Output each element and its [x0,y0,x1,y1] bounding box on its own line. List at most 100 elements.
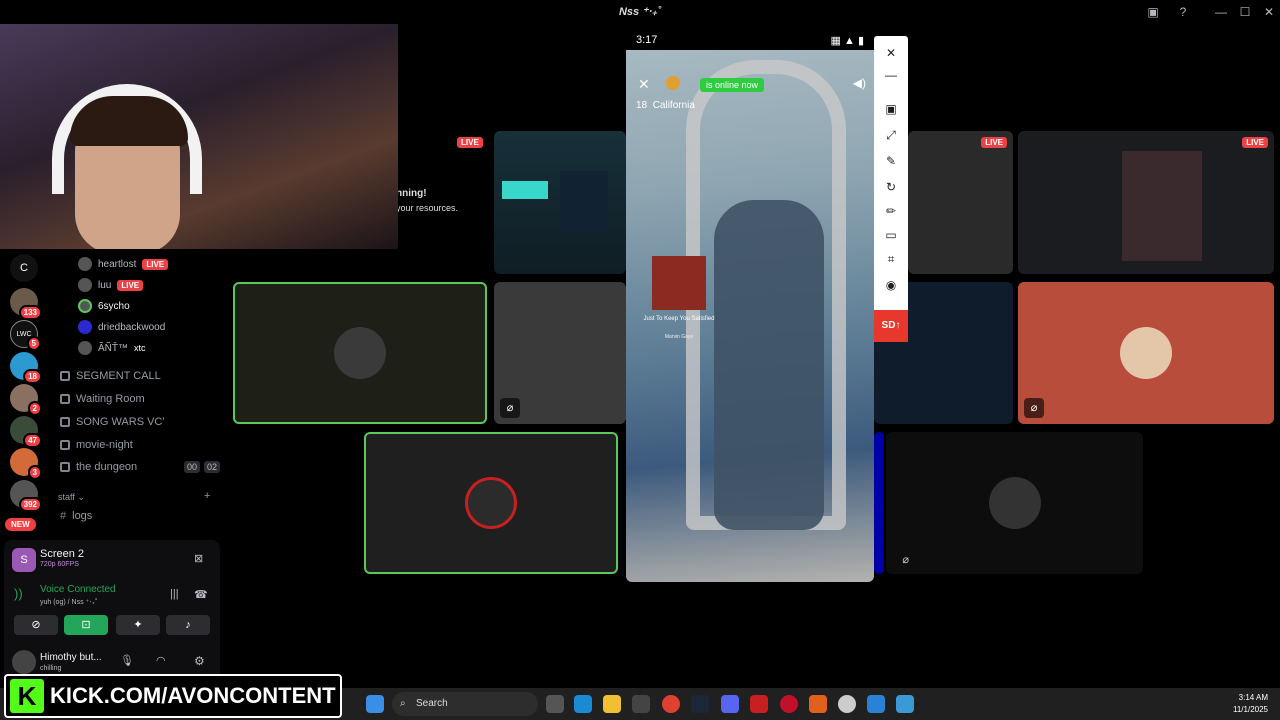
close-button[interactable]: ✕ [1260,3,1278,21]
server-icon[interactable]: LWC 5 [10,320,41,351]
crop-icon[interactable]: ⌗ [882,250,900,268]
live-badge: LIVE [1242,137,1268,148]
record-icon[interactable]: ◉ [882,276,900,294]
app-icon[interactable] [867,695,885,713]
kick-url: KICK.COM/AVONCONTENT [50,683,336,708]
server-icon[interactable]: 47 [10,416,42,448]
voice-channel[interactable]: SONG WARS VC' [60,413,164,431]
soundboard-button[interactable]: ♪ [166,615,210,635]
voice-user[interactable]: 6sycho [78,297,130,315]
steam-icon[interactable] [691,695,709,713]
inbox-icon[interactable]: ▣ [1144,3,1162,21]
window-icon[interactable]: ▭ [882,226,900,244]
participant-tile-7[interactable]: ⌀ [886,432,1143,574]
help-icon[interactable]: ? [1174,3,1192,21]
stream-tile-3[interactable]: LIVE [1018,131,1274,274]
rotate-icon[interactable]: ↻ [882,178,900,196]
minimize-icon[interactable]: — [882,66,900,84]
close-icon[interactable]: ✕ [882,44,900,62]
opera-icon[interactable] [780,695,798,713]
profile-avatar[interactable] [666,76,680,90]
window-title: Nss ⁺‧₊˚ [618,6,661,18]
album-cover[interactable] [652,256,706,310]
pin-icon[interactable]: ✎ [882,152,900,170]
participant-tile-4[interactable]: ⌀ [1018,282,1274,424]
avatar [78,341,92,355]
stream-tile-2[interactable]: LIVE [908,131,1013,274]
stream-tile-1[interactable] [494,131,626,274]
store-icon[interactable] [632,695,650,713]
add-channel-button[interactable]: + [204,490,210,502]
edge-icon[interactable] [574,695,592,713]
noise-suppression-icon[interactable]: ||| [170,588,179,600]
pen-icon[interactable]: ✏ [882,202,900,220]
voice-user[interactable]: luu LIVE [78,276,144,294]
category-staff[interactable]: staff ⌄ [58,492,85,503]
task-view-icon[interactable] [546,695,564,713]
discord-icon[interactable] [721,695,739,713]
close-story-icon[interactable]: ✕ [638,76,650,93]
avatar [334,327,386,379]
settings-gear-icon[interactable]: ⚙ [194,654,205,668]
server-icon[interactable]: 392 [10,480,42,512]
screenshot-icon[interactable]: ▣ [882,100,900,118]
speaker-icon [60,371,70,381]
voice-channel[interactable]: Waiting Room [60,390,145,408]
chrome-icon[interactable] [662,695,680,713]
mute-icon[interactable]: ◀) [853,76,866,90]
app-icon[interactable] [896,695,914,713]
quality-sd-button[interactable]: SD↑ [874,310,908,342]
voice-channel[interactable]: movie-night [60,436,133,454]
headphones-icon[interactable]: ◠ [156,654,166,667]
voice-user[interactable]: ÃÑŤ™ xtc [78,339,146,357]
share-screen-button[interactable]: ⊡ [64,615,108,635]
phone-status-icons: ▦ ▲ ▮ [830,35,864,47]
participant-tile-5[interactable] [364,432,618,574]
voice-user[interactable]: driedbackwood [78,318,165,336]
stream-preview [1122,151,1202,261]
start-icon[interactable] [366,695,384,713]
minimize-button[interactable]: — [1212,3,1230,21]
sd-label: SD [881,320,896,331]
voice-channel[interactable]: SEGMENT CALL [60,367,161,385]
server-icon[interactable]: 3 [10,448,42,480]
app-icon[interactable] [809,695,827,713]
disconnect-icon[interactable]: ☎ [194,588,208,601]
stream-preview [502,181,548,199]
taskbar-search[interactable]: ⌕ Search [392,692,538,716]
activities-button[interactable]: ✦ [116,615,160,635]
server-icon[interactable]: 133 [10,288,42,320]
phone-mirror-window[interactable]: 3:17 ▦ ▲ ▮ ✕ is online now ◀) 18 Californ… [626,32,874,582]
voice-user[interactable]: heartlost LIVE [78,255,169,273]
obs-icon[interactable] [838,695,856,713]
voice-channel[interactable]: the dungeon 00 02 [60,458,220,476]
live-badge: LIVE [142,258,169,270]
new-unreads-pill[interactable]: NEW [5,518,36,531]
text-channel[interactable]: # logs [60,507,92,525]
connection-icon: )) [14,586,23,601]
avatar[interactable] [12,650,36,674]
mirror-toolbar: ✕ — ▣ ⤢ ✎ ↻ ✏ ▭ ⌗ ◉ SD↑ [874,36,908,342]
voice-channel-path[interactable]: yuh (og) / Nss ⁺‧₊˚ [40,598,97,606]
file-explorer-icon[interactable] [603,695,621,713]
participant-tile-2[interactable]: ⌀ [494,282,626,424]
story-viewer[interactable]: ✕ is online now ◀) 18 California Just To… [626,50,874,582]
stream-preview-ads [560,171,608,231]
participant-tile-6[interactable] [874,432,884,574]
app-icon[interactable] [750,695,768,713]
clock[interactable]: 3:14 AM 11/1/2025 [1233,692,1268,716]
voice-user-name: luu [98,279,112,291]
stop-stream-icon[interactable]: ⊠ [194,552,203,565]
avatar [1120,327,1172,379]
username[interactable]: Himothy but... [40,652,102,663]
avatar [78,320,92,334]
server-icon[interactable]: 18 [10,352,42,384]
maximize-button[interactable]: ☐ [1236,3,1254,21]
participant-tile-1[interactable] [233,282,487,424]
server-icon[interactable]: C [10,254,38,282]
fullscreen-icon[interactable]: ⤢ [882,126,900,144]
server-icon[interactable]: 2 [10,384,42,416]
camera-off-button[interactable]: ⊘ [14,615,58,635]
voice-connected-label[interactable]: Voice Connected [40,584,116,595]
mic-icon[interactable]: 🎙 [120,654,134,667]
